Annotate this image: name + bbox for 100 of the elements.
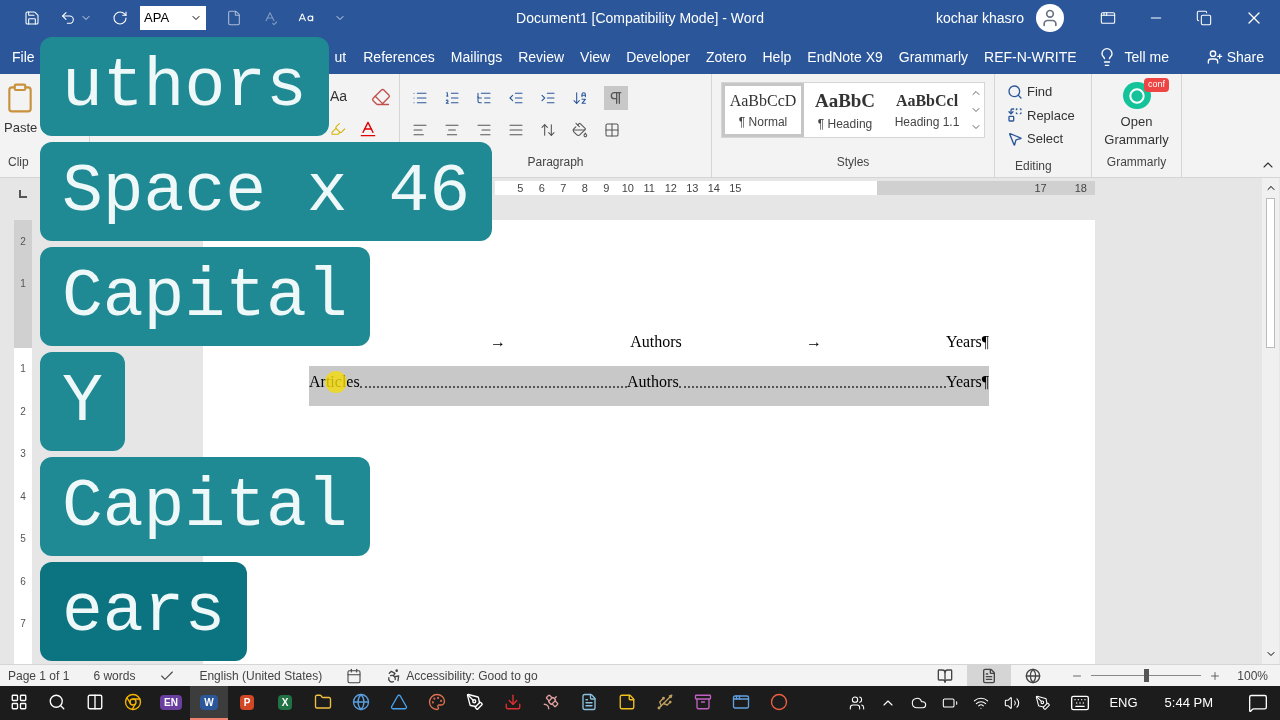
view-button[interactable] — [967, 665, 1012, 686]
window-icon[interactable] — [732, 693, 750, 711]
scrollbar-thumb[interactable] — [1266, 198, 1275, 348]
ribbon-tab[interactable]: Review — [510, 40, 573, 74]
sort-icon[interactable] — [572, 90, 588, 106]
replace-icon[interactable] — [1007, 107, 1023, 124]
ribbon-tab[interactable]: Developer — [618, 40, 699, 74]
ribbon-tab[interactable]: View — [572, 40, 619, 74]
ribbon-tab[interactable]: File — [4, 40, 43, 74]
clear-formatting-icon[interactable] — [371, 86, 391, 107]
undo-icon[interactable] — [60, 10, 76, 26]
line-spacing-icon[interactable] — [540, 122, 556, 138]
user-name: kochar khasro — [936, 9, 1024, 28]
style-item[interactable]: AaBbCcD ¶ Normal — [722, 83, 804, 137]
group-label: Styles — [836, 155, 870, 169]
shading-icon[interactable] — [572, 122, 588, 138]
accessibility-button[interactable]: Accessibility: Good to go — [386, 666, 538, 685]
ribbon-tab[interactable]: Grammarly — [890, 40, 977, 74]
usb-icon[interactable] — [656, 693, 674, 711]
ruler-number: 7 — [20, 617, 26, 632]
share-icon[interactable] — [1206, 49, 1223, 65]
notifications-icon[interactable] — [1248, 693, 1268, 713]
keystroke-bubble: ears — [40, 562, 248, 661]
keystroke-bubble: Y — [40, 352, 125, 451]
justify-icon[interactable] — [508, 122, 524, 138]
numbering-icon[interactable] — [444, 90, 460, 106]
clock[interactable]: 5:44 PM — [1164, 693, 1213, 713]
ribbon-tab[interactable]: ut — [334, 40, 356, 74]
archive-icon[interactable] — [694, 693, 712, 711]
avatar-icon — [1036, 4, 1064, 32]
search-icon[interactable] — [48, 693, 66, 711]
share-button[interactable]: Share — [1206, 40, 1264, 74]
page-icon[interactable] — [981, 667, 998, 684]
battery-icon[interactable] — [942, 695, 959, 711]
globe-icon[interactable] — [1025, 667, 1042, 684]
font-color-icon[interactable] — [358, 119, 378, 139]
align-center-icon[interactable] — [444, 122, 460, 138]
record-icon[interactable] — [770, 693, 788, 711]
input-language[interactable]: ENG — [1109, 693, 1138, 713]
ribbon-display-icon[interactable] — [1100, 10, 1116, 26]
search-icon[interactable] — [1007, 83, 1023, 100]
notepad-icon[interactable] — [580, 693, 598, 711]
volume-icon[interactable] — [1004, 695, 1021, 711]
keystroke-bubble: Capital — [40, 247, 370, 346]
vertical-scrollbar[interactable] — [1262, 178, 1279, 664]
zoom-in-icon[interactable] — [1209, 669, 1222, 682]
triangle-icon[interactable] — [390, 693, 408, 711]
pen-icon[interactable] — [466, 693, 484, 711]
keystroke-bubble: Capital — [40, 457, 370, 556]
task-view-icon[interactable] — [86, 693, 104, 711]
download-icon[interactable] — [504, 693, 522, 711]
ribbon-tab[interactable]: Zotero — [698, 40, 755, 74]
editing-button[interactable]: Replace — [1007, 105, 1091, 125]
ribbon-tab[interactable]: EndNote X9 — [799, 40, 891, 74]
style-field[interactable]: APA — [140, 6, 206, 30]
ruler-number: 6 — [538, 182, 545, 194]
align-left-icon[interactable] — [412, 122, 428, 138]
paste-button[interactable]: Paste — [4, 118, 38, 138]
taskbar-app[interactable]: EN — [152, 686, 190, 720]
people-icon[interactable] — [849, 695, 866, 711]
ribbon-tab[interactable]: REF-N-WRITE — [976, 40, 1085, 74]
pen-icon[interactable] — [1035, 695, 1052, 711]
open-grammarly-button[interactable]: Open Grammarly — [1096, 113, 1177, 149]
text-predictions-icon[interactable] — [346, 667, 363, 684]
cloud-icon[interactable] — [911, 695, 928, 711]
zoom-slider[interactable] — [1091, 669, 1202, 682]
document-icon[interactable] — [226, 10, 242, 26]
globe-icon[interactable] — [352, 693, 370, 711]
change-case-button[interactable]: Aa — [330, 86, 348, 107]
align-right-icon[interactable] — [476, 122, 492, 138]
editing-button[interactable]: Select — [1007, 129, 1091, 149]
tab-selector-icon[interactable] — [19, 190, 27, 198]
ribbon-tab[interactable]: Mailings — [442, 40, 511, 74]
palette-icon[interactable] — [428, 693, 446, 711]
ribbon-tab[interactable]: Help — [754, 40, 800, 74]
decrease-indent-icon[interactable] — [508, 90, 524, 106]
restore-icon[interactable] — [1196, 10, 1212, 26]
sticky-note-icon[interactable] — [618, 693, 636, 711]
satellite-icon[interactable] — [542, 693, 560, 711]
bullets-icon[interactable] — [412, 90, 428, 106]
save-icon[interactable] — [24, 10, 40, 26]
wifi-icon[interactable] — [973, 695, 990, 711]
ruler-number: 3 — [20, 447, 26, 462]
windows-logo-icon[interactable] — [10, 693, 28, 711]
pointer-icon[interactable] — [1007, 130, 1023, 147]
increase-indent-icon[interactable] — [540, 90, 556, 106]
redo-icon[interactable] — [112, 10, 128, 26]
word-count: 6 words — [93, 667, 136, 685]
taskbar-app[interactable]: P — [228, 686, 266, 720]
book-icon[interactable] — [937, 667, 954, 684]
ribbon-tab[interactable]: References — [355, 40, 443, 74]
taskbar-app[interactable]: W — [190, 686, 228, 720]
multilevel-list-icon[interactable] — [476, 90, 492, 106]
folder-icon[interactable] — [314, 693, 332, 711]
browser-icon[interactable] — [124, 693, 142, 711]
editing-button[interactable]: Find — [1007, 82, 1091, 102]
taskbar-app[interactable]: X — [266, 686, 304, 720]
tell-me-field[interactable]: Tell me — [1124, 46, 1169, 68]
show-marks-icon[interactable] — [604, 86, 628, 110]
borders-icon[interactable] — [604, 122, 620, 138]
